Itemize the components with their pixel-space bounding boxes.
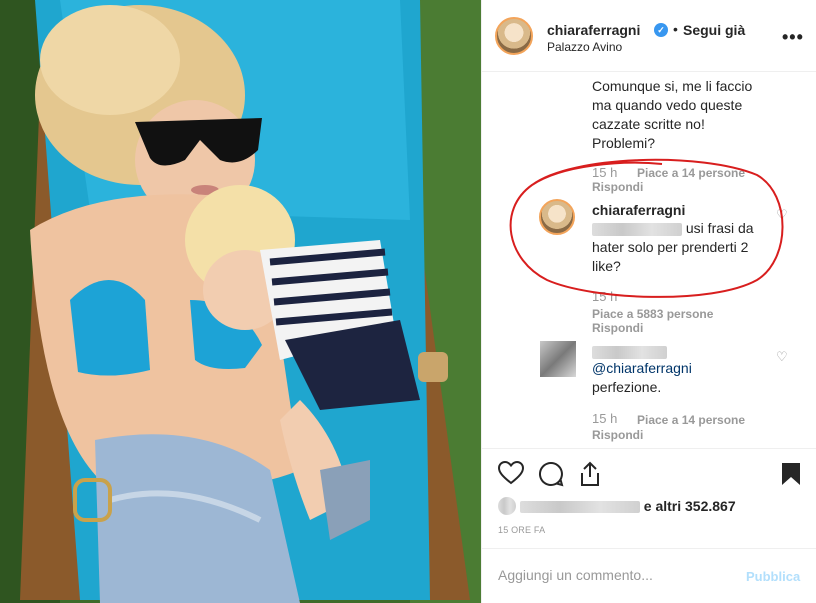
comment-likes[interactable]: Piace a 14 persone bbox=[637, 166, 745, 180]
comment-text-line: usi frasi da bbox=[592, 219, 754, 238]
liker-avatar bbox=[498, 497, 516, 515]
publish-button[interactable]: Pubblica bbox=[746, 569, 800, 584]
comment-text: perfezione. bbox=[592, 379, 662, 395]
username-link[interactable]: chiaraferragni bbox=[547, 22, 640, 38]
add-comment-bar: Pubblica bbox=[482, 548, 816, 603]
comment-input[interactable] bbox=[498, 567, 728, 583]
post-actions: e altri 352.867 15 ORE FA bbox=[482, 448, 816, 548]
location-link[interactable]: Palazzo Avino bbox=[547, 40, 622, 54]
more-options-icon[interactable]: ••• bbox=[782, 27, 804, 48]
comment-like-heart-icon[interactable]: ♡ bbox=[776, 349, 788, 365]
comment-icon[interactable] bbox=[538, 461, 564, 487]
comment-likes[interactable]: Piace a 14 persone bbox=[637, 413, 745, 427]
profile-avatar[interactable] bbox=[495, 17, 533, 55]
share-icon[interactable] bbox=[578, 461, 602, 487]
comment-text-line: Problemi? bbox=[592, 135, 656, 151]
comment-text-line: hater solo per prenderti 2 bbox=[592, 239, 749, 255]
comment-likes[interactable]: Piace a 5883 persone bbox=[592, 307, 713, 321]
post-side-panel: chiaraferragni ✓ • Segui già Palazzo Avi… bbox=[481, 0, 816, 603]
likes-summary[interactable]: e altri 352.867 bbox=[498, 497, 736, 515]
comment-time[interactable]: 15 h bbox=[592, 165, 617, 180]
likes-count-text: e altri 352.867 bbox=[643, 498, 736, 514]
commenter-avatar[interactable] bbox=[540, 341, 576, 377]
blurred-liker-name bbox=[519, 501, 640, 514]
comment-text: usi frasi da bbox=[685, 220, 754, 236]
header-separator: • bbox=[673, 21, 678, 37]
blurred-username[interactable] bbox=[592, 346, 667, 359]
comment-time[interactable]: 15 h bbox=[592, 411, 617, 426]
reply-button[interactable]: Rispondi bbox=[592, 428, 643, 442]
commenter-avatar[interactable] bbox=[539, 199, 575, 235]
reply-button[interactable]: Rispondi bbox=[592, 321, 643, 335]
comment-time[interactable]: 15 h bbox=[592, 289, 617, 304]
comment-like-heart-icon[interactable]: ♡ bbox=[776, 207, 788, 223]
comment-text-line: like? bbox=[592, 258, 621, 274]
comment-text-line: cazzate scritte no! bbox=[592, 116, 705, 132]
post-photo[interactable] bbox=[0, 0, 481, 603]
following-button[interactable]: Segui già bbox=[683, 22, 745, 38]
comment-text-line: ma quando vedo queste bbox=[592, 97, 743, 113]
comment-text-line: Comunque si, me li faccio bbox=[592, 78, 753, 94]
post-photo-illustration bbox=[0, 0, 481, 603]
heart-icon[interactable] bbox=[498, 461, 524, 485]
comment-mention[interactable]: @chiaraferragni bbox=[592, 359, 692, 378]
post-time[interactable]: 15 ORE FA bbox=[498, 525, 545, 535]
comments-list[interactable]: Comunque si, me li faccio ma quando vedo… bbox=[482, 72, 816, 448]
commenter-username[interactable]: chiaraferragni bbox=[592, 202, 685, 218]
reply-button[interactable]: Rispondi bbox=[592, 180, 643, 194]
blurred-mention bbox=[592, 222, 682, 236]
bookmark-icon[interactable] bbox=[780, 461, 802, 487]
post-header: chiaraferragni ✓ • Segui già Palazzo Avi… bbox=[482, 0, 816, 72]
verified-icon: ✓ bbox=[654, 23, 668, 37]
